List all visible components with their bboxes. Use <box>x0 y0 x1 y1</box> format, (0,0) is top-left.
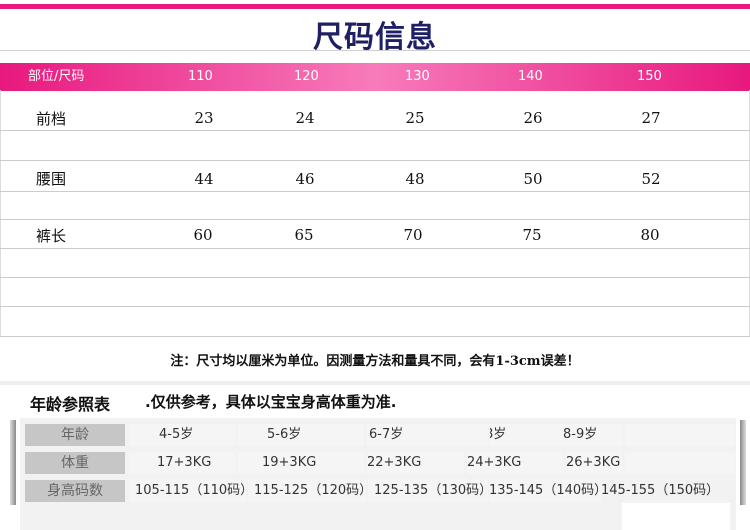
row-label-front-rise: 前档 <box>36 110 67 128</box>
table-cell: 65 <box>294 226 314 244</box>
header-cell-150: 150 <box>637 69 662 84</box>
table-cell: 115-125（120码） <box>248 480 366 502</box>
age-table-subtitle: .仅供参考，具体以宝宝身高体重为准. <box>145 393 397 411</box>
grid-line <box>0 90 1 336</box>
row-divider <box>0 191 750 192</box>
decorative-edge <box>740 420 746 505</box>
row-divider <box>0 336 750 337</box>
table-cell <box>625 452 735 474</box>
age-row-label: 年龄 <box>25 424 125 446</box>
header-cell-120: 120 <box>294 69 319 84</box>
section-separator <box>0 381 750 385</box>
row-label-waist: 腰围 <box>36 170 67 188</box>
table-cell: 52 <box>641 170 661 188</box>
table-cell: 60 <box>193 226 213 244</box>
table-cell <box>625 424 735 446</box>
table-cell: 135-145（140码） <box>489 480 601 502</box>
table-cell <box>622 503 730 530</box>
top-accent-bar <box>0 4 750 9</box>
table-cell: 145-155（150码） <box>601 483 720 498</box>
table-cell: 26+3KG <box>566 452 622 474</box>
table-cell: 22+3KG <box>367 452 464 474</box>
table-cell: 125-135（130码） <box>368 480 488 502</box>
table-cell: 46 <box>295 170 315 188</box>
header-cell-140: 140 <box>518 69 543 84</box>
row-divider <box>0 160 750 161</box>
age-table-title: 年龄参照表 <box>30 395 111 414</box>
row-label-pants-length: 裤长 <box>36 227 67 245</box>
table-cell: 105-115（110码） <box>129 480 246 502</box>
row-divider <box>0 306 750 307</box>
row-divider <box>0 219 750 220</box>
table-cell: 27 <box>641 109 661 127</box>
table-cell: 23 <box>194 109 214 127</box>
row-divider <box>0 248 750 249</box>
header-cell-130: 130 <box>405 69 430 84</box>
table-cell: 24+3KG <box>467 452 564 474</box>
table-cell: 24 <box>295 109 315 127</box>
header-cell-110: 110 <box>188 69 213 84</box>
table-cell: 17+3KG <box>129 452 235 474</box>
table-cell: 50 <box>523 170 543 188</box>
table-cell: 8-9岁 <box>563 427 598 442</box>
table-cell: 19+3KG <box>238 452 364 474</box>
height-size-row-label: 身高码数 <box>25 480 125 502</box>
table-cell: 6-7岁 <box>367 424 488 446</box>
row-divider <box>0 277 750 278</box>
title-divider <box>0 50 750 51</box>
weight-row-label: 体重 <box>25 452 125 474</box>
row-divider <box>0 130 750 131</box>
table-cell: 70 <box>403 226 423 244</box>
table-cell: 48 <box>405 170 425 188</box>
table-cell: 25 <box>405 109 425 127</box>
table-cell: 75 <box>522 226 542 244</box>
table-cell: 26 <box>523 109 543 127</box>
table-cell: 80 <box>640 226 660 244</box>
table-cell: 5-6岁 <box>238 424 364 446</box>
measurement-note: 注：尺寸均以厘米为单位。因测量方法和量具不同，会有1-3cm误差！ <box>170 354 580 369</box>
table-cell: 4-5岁 <box>129 424 235 446</box>
decorative-edge <box>10 420 16 505</box>
header-cell-part-size: 部位/尺码 <box>28 69 85 84</box>
table-cell: 44 <box>194 170 214 188</box>
